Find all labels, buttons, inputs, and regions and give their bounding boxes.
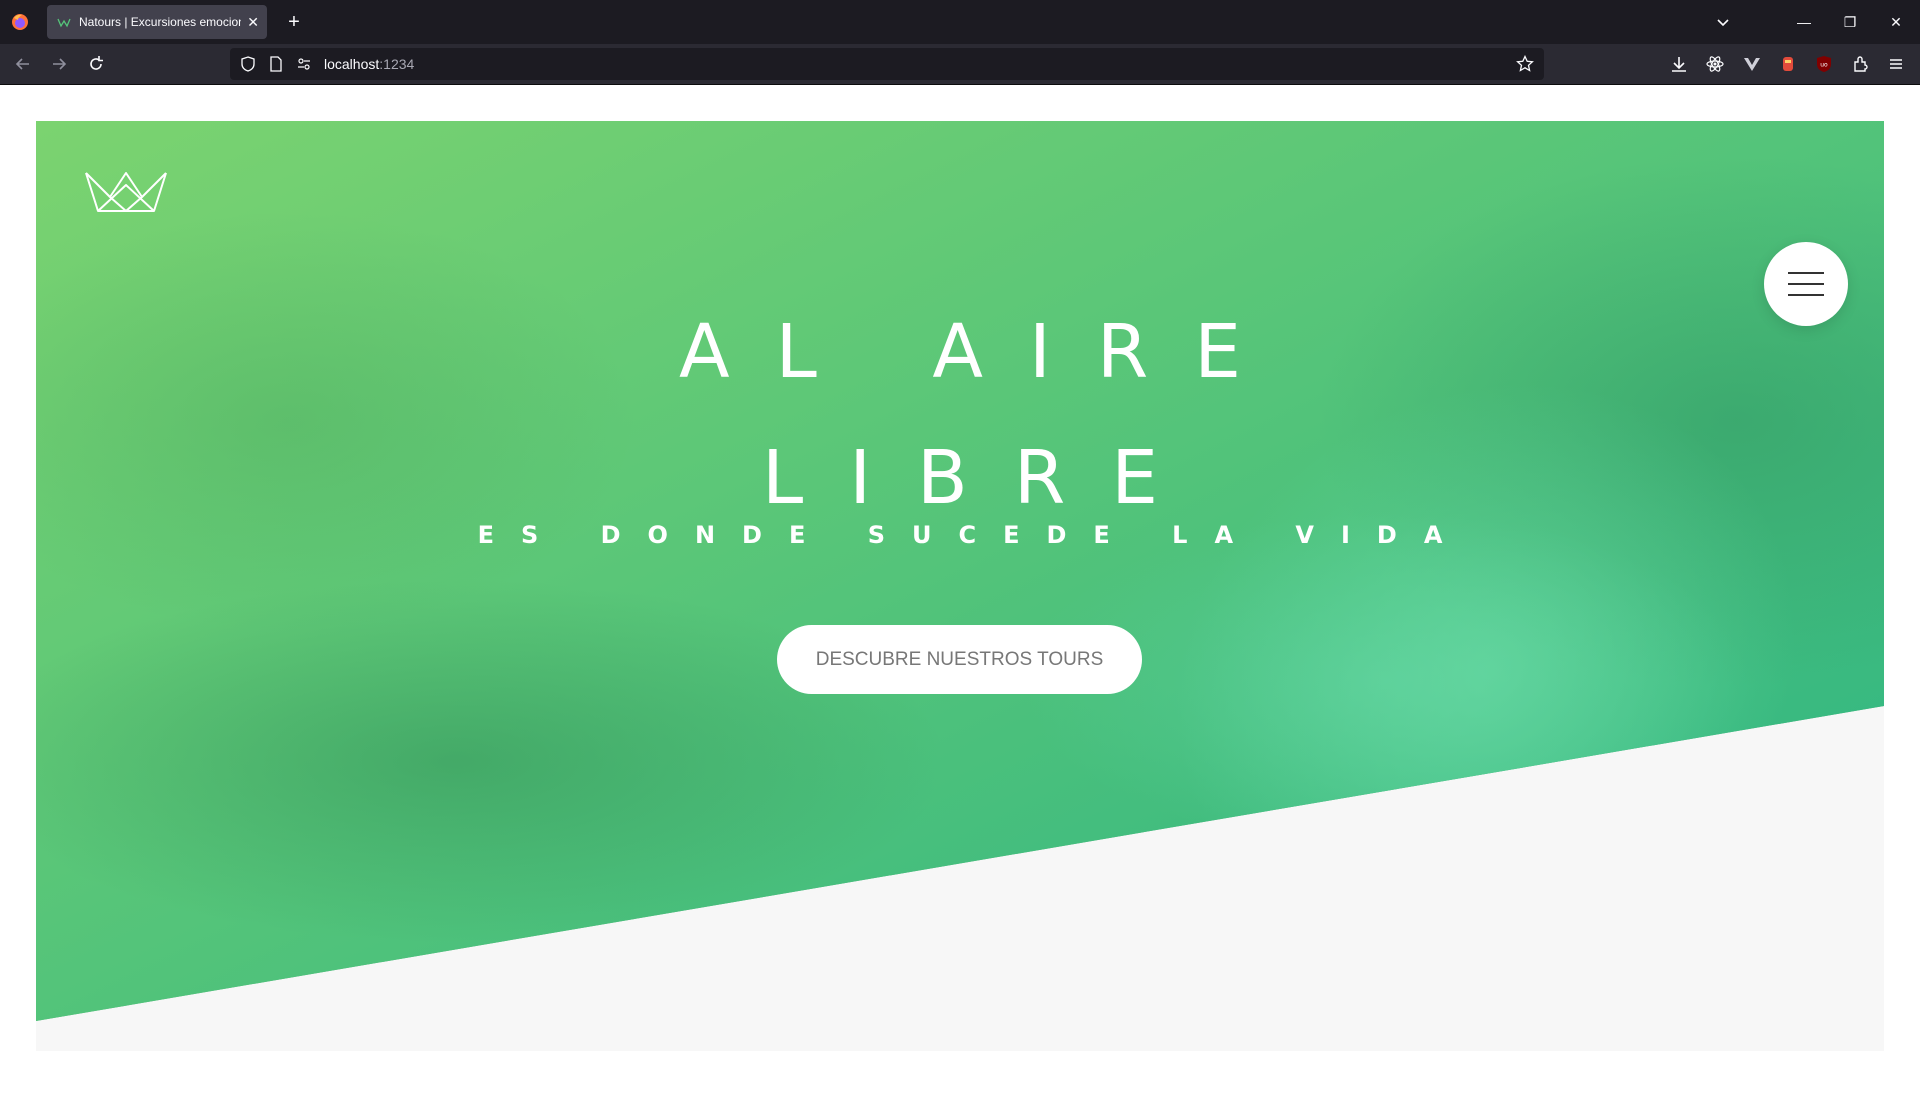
new-tab-button[interactable]: + xyxy=(282,10,306,34)
close-window-button[interactable]: ✕ xyxy=(1884,10,1908,34)
shield-icon[interactable] xyxy=(240,56,256,72)
bookmark-star-icon[interactable] xyxy=(1516,55,1534,73)
close-tab-icon[interactable]: ✕ xyxy=(247,14,259,31)
active-tab[interactable]: Natours | Excursiones emocionantes ✕ xyxy=(47,5,267,39)
extensions-icon[interactable] xyxy=(1851,54,1871,74)
natours-logo-icon[interactable] xyxy=(84,169,168,215)
url-host: localhost xyxy=(324,56,380,72)
hero-subheading: ES DONDE SUCEDE LA VIDA xyxy=(477,521,1470,549)
back-icon[interactable] xyxy=(13,54,33,74)
react-devtools-icon[interactable] xyxy=(1705,54,1725,74)
menu-icon[interactable] xyxy=(1886,54,1906,74)
url-text[interactable]: localhost:1234 xyxy=(324,56,414,72)
hamburger-line-icon xyxy=(1788,272,1824,274)
page-viewport: AL AIRE LIBRE ES DONDE SUCEDE LA VIDA DE… xyxy=(0,85,1920,1051)
forward-icon[interactable] xyxy=(49,54,69,74)
restore-button[interactable]: ❐ xyxy=(1838,10,1862,34)
vue-devtools-icon[interactable] xyxy=(1742,54,1762,74)
tab-title: Natours | Excursiones emocionantes xyxy=(79,15,241,29)
hero-heading-line-1: AL AIRE xyxy=(679,309,1287,395)
url-port: :1234 xyxy=(379,56,415,72)
svg-text:uo: uo xyxy=(1820,62,1828,69)
page-icon[interactable] xyxy=(268,56,284,72)
hero-heading: AL AIRE LIBRE xyxy=(0,289,1920,541)
ublock-origin-icon[interactable]: uo xyxy=(1814,54,1834,74)
extension-red-icon[interactable] xyxy=(1778,54,1798,74)
browser-tab-bar: Natours | Excursiones emocionantes ✕ + —… xyxy=(0,0,1920,44)
discover-tours-button[interactable]: DESCUBRE NUESTROS TOURS xyxy=(777,625,1142,694)
hamburger-line-icon xyxy=(1788,283,1824,285)
chevron-down-icon[interactable] xyxy=(1713,12,1733,32)
reload-icon[interactable] xyxy=(86,54,106,74)
download-icon[interactable] xyxy=(1669,54,1689,74)
minimize-button[interactable]: — xyxy=(1792,10,1816,34)
browser-nav-bar: localhost:1234 uo xyxy=(0,44,1920,85)
permissions-icon[interactable] xyxy=(296,56,312,72)
firefox-icon[interactable] xyxy=(10,12,30,32)
address-bar[interactable]: localhost:1234 xyxy=(230,48,1544,80)
natours-favicon-icon xyxy=(57,18,71,28)
